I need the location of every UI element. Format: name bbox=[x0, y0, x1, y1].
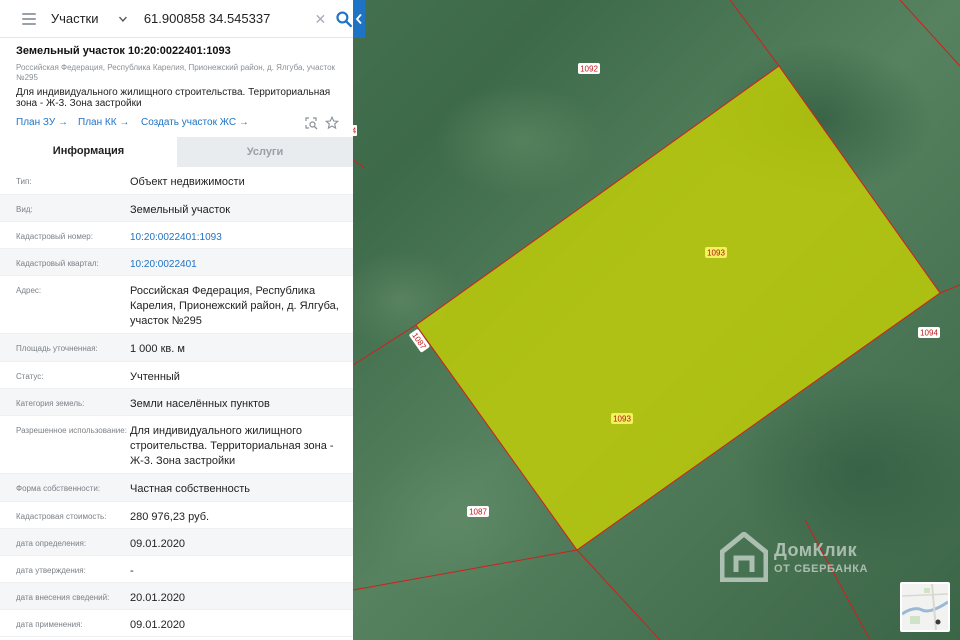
search-icon[interactable] bbox=[335, 10, 353, 28]
prop-label: Тип: bbox=[16, 177, 32, 186]
prop-row-land-category: Категория земель: Земли населённых пункт… bbox=[0, 389, 353, 416]
properties-table: Тип: Объект недвижимости Вид: Земельный … bbox=[0, 167, 353, 637]
parcel-header: Земельный участок 10:20:0022401:1093 Рос… bbox=[16, 44, 346, 109]
boundary-line bbox=[352, 324, 417, 366]
label-1093-b: 1093 bbox=[611, 413, 633, 424]
prop-row-address: Адрес: Российская Федерация, Республика … bbox=[0, 276, 353, 334]
prop-value: Учтенный bbox=[130, 371, 180, 383]
create-zhs-link[interactable]: Создать участок ЖС → bbox=[141, 117, 249, 128]
boundary-line bbox=[352, 549, 578, 591]
prop-value: Земельный участок bbox=[130, 204, 231, 216]
prop-label: Разрешенное использование: bbox=[16, 426, 127, 435]
label-1087-a: 1087 bbox=[467, 506, 489, 517]
boundary-line bbox=[352, 159, 366, 169]
prop-row-date-approved: дата утверждения: - bbox=[0, 556, 353, 583]
prop-row-date-entered: дата внесения сведений: 20.01.2020 bbox=[0, 583, 353, 610]
layer-select[interactable]: Участки bbox=[51, 11, 112, 26]
star-icon[interactable] bbox=[325, 116, 339, 130]
search-bar: Участки 61.900858 34.545337 ✕ bbox=[0, 0, 353, 38]
watermark-sub: ОТ СБЕРБАНКА bbox=[774, 562, 869, 575]
prop-row-cadastral-number: Кадастровый номер: 10:20:0022401:1093 bbox=[0, 222, 353, 249]
prop-row-type: Тип: Объект недвижимости bbox=[0, 167, 353, 195]
prop-value: Частная собственность bbox=[130, 483, 251, 495]
domclick-logo bbox=[720, 532, 768, 582]
prop-value: 09.01.2020 bbox=[130, 619, 186, 631]
parcel-title: Земельный участок 10:20:0022401:1093 bbox=[16, 45, 231, 57]
selected-parcel[interactable] bbox=[415, 65, 941, 551]
cadastral-quarter-link[interactable]: 10:20:0022401 bbox=[130, 249, 345, 275]
boundary-line bbox=[576, 549, 661, 640]
prop-row-date-applied: дата применения: 09.01.2020 bbox=[0, 610, 353, 637]
prop-label: Кадастровая стоимость: bbox=[16, 512, 107, 521]
prop-row-permitted-use: Разрешенное использование: Для индивидуа… bbox=[0, 416, 353, 474]
info-panel: Участки 61.900858 34.545337 ✕ Земельный … bbox=[0, 0, 353, 640]
prop-label: Кадастровый номер: bbox=[16, 232, 93, 241]
prop-value: Для индивидуального жилищного строительс… bbox=[130, 425, 334, 467]
prop-label: Вид: bbox=[16, 205, 33, 214]
prop-label: Адрес: bbox=[16, 286, 42, 295]
menu-icon[interactable] bbox=[22, 12, 36, 25]
prop-label: дата внесения сведений: bbox=[16, 593, 110, 602]
prop-label: Статус: bbox=[16, 372, 44, 381]
prop-value: Земли населённых пунктов bbox=[130, 398, 270, 410]
minimap-graphic bbox=[902, 584, 948, 630]
collapse-panel-button[interactable] bbox=[353, 0, 365, 38]
zoom-to-icon[interactable] bbox=[304, 116, 318, 130]
minimap[interactable] bbox=[900, 582, 950, 632]
close-icon[interactable]: ✕ bbox=[313, 12, 327, 26]
boundary-line bbox=[899, 0, 960, 67]
boundary-line bbox=[729, 0, 780, 67]
prop-row-area: Площадь уточненная: 1 000 кв. м bbox=[0, 334, 353, 362]
label-1093-a: 1093 bbox=[705, 247, 727, 258]
label-1092: 1092 bbox=[578, 63, 600, 74]
prop-row-cadastral-quarter: Кадастровый квартал: 10:20:0022401 bbox=[0, 249, 353, 276]
plan-kk-link[interactable]: План КК → bbox=[78, 117, 129, 128]
prop-label: Категория земель: bbox=[16, 399, 85, 408]
svg-text:1093: 1093 bbox=[707, 249, 725, 258]
chevron-left-icon bbox=[355, 13, 362, 25]
prop-value: Объект недвижимости bbox=[130, 176, 245, 188]
prop-row-date-determined: дата определения: 09.01.2020 bbox=[0, 529, 353, 556]
prop-value: 20.01.2020 bbox=[130, 592, 186, 604]
svg-text:1087: 1087 bbox=[469, 508, 487, 517]
parcel-usage: Для индивидуального жилищного строительс… bbox=[16, 87, 331, 109]
prop-row-status: Статус: Учтенный bbox=[0, 362, 353, 389]
prop-value: - bbox=[130, 565, 134, 577]
prop-value: 09.01.2020 bbox=[130, 538, 186, 550]
svg-text:1094: 1094 bbox=[920, 329, 938, 338]
search-input[interactable]: 61.900858 34.545337 bbox=[144, 11, 312, 26]
prop-row-kind: Вид: Земельный участок bbox=[0, 195, 353, 222]
domclick-watermark: ДомКлик ОТ СБЕРБАНКА bbox=[706, 519, 892, 595]
prop-value: 280 976,23 руб. bbox=[130, 511, 210, 523]
prop-row-cadastral-value: Кадастровая стоимость: 280 976,23 руб. bbox=[0, 502, 353, 529]
svg-text:1092: 1092 bbox=[580, 65, 598, 74]
prop-label: Кадастровый квартал: bbox=[16, 259, 99, 268]
plan-zu-link[interactable]: План ЗУ → bbox=[16, 117, 68, 128]
tab-services[interactable]: Услуги bbox=[177, 137, 353, 167]
prop-label: Площадь уточненная: bbox=[16, 344, 98, 353]
prop-value: Российская Федерация, Республика Карелия… bbox=[130, 285, 339, 327]
watermark-brand: ДомКлик bbox=[774, 539, 858, 560]
label-1094: 1094 bbox=[918, 327, 940, 338]
svg-text:1093: 1093 bbox=[613, 415, 631, 424]
prop-label: дата применения: bbox=[16, 620, 83, 629]
cadastral-number-link[interactable]: 10:20:0022401:1093 bbox=[130, 222, 345, 248]
tab-info[interactable]: Информация bbox=[0, 137, 177, 167]
action-links: План ЗУ → План КК → Создать участок ЖС → bbox=[16, 116, 346, 131]
prop-label: дата утверждения: bbox=[16, 566, 86, 575]
parcel-address: Российская Федерация, Республика Карелия… bbox=[16, 63, 336, 82]
prop-label: дата определения: bbox=[16, 539, 87, 548]
prop-row-ownership: Форма собственности: Частная собственнос… bbox=[0, 474, 353, 502]
prop-label: Форма собственности: bbox=[16, 484, 101, 493]
tabs: Информация Услуги bbox=[0, 137, 353, 167]
chevron-down-icon[interactable] bbox=[118, 14, 128, 24]
prop-value: 1 000 кв. м bbox=[130, 343, 185, 355]
boundary-line bbox=[939, 284, 960, 294]
